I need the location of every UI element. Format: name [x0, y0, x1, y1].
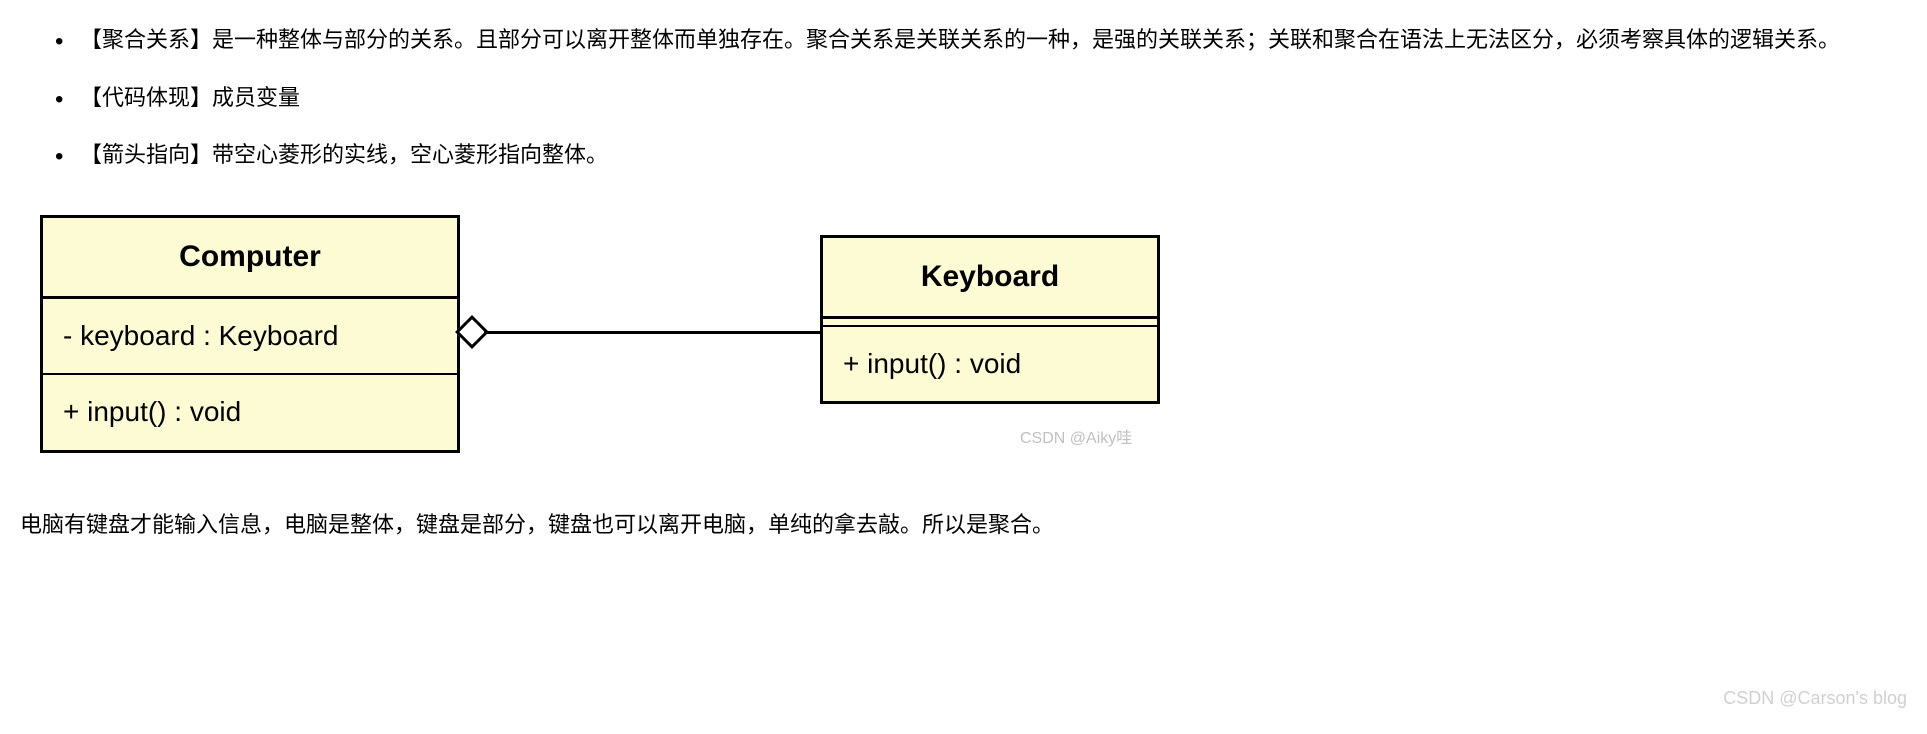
uml-attribute: - keyboard : Keyboard — [43, 299, 457, 375]
uml-method: + input() : void — [43, 375, 457, 449]
uml-class-name: Keyboard — [823, 238, 1157, 319]
uml-method: + input() : void — [823, 327, 1157, 401]
bullet-item-code: 【代码体现】成员变量 — [60, 78, 1907, 118]
uml-class-computer: Computer - keyboard : Keyboard + input()… — [40, 215, 460, 453]
bullet-item-arrow: 【箭头指向】带空心菱形的实线，空心菱形指向整体。 — [60, 135, 1907, 175]
uml-diagram: Computer - keyboard : Keyboard + input()… — [40, 215, 1907, 445]
aggregation-line — [484, 331, 820, 334]
bullet-item-aggregation: 【聚合关系】是一种整体与部分的关系。且部分可以离开整体而单独存在。聚合关系是关联… — [60, 20, 1907, 60]
uml-empty-attributes — [823, 319, 1157, 327]
bullet-text: 【代码体现】成员变量 — [80, 85, 300, 110]
bullet-text: 【聚合关系】是一种整体与部分的关系。且部分可以离开整体而单独存在。聚合关系是关联… — [80, 27, 1840, 52]
uml-class-name: Computer — [43, 218, 457, 299]
page-watermark: CSDN @Carson's blog — [1723, 682, 1907, 714]
explanation-text: 电脑有键盘才能输入信息，电脑是整体，键盘是部分，键盘也可以离开电脑，单纯的拿去敲… — [20, 505, 1907, 545]
diagram-watermark: CSDN @Aiky哇 — [1020, 425, 1132, 454]
bullet-list: 【聚合关系】是一种整体与部分的关系。且部分可以离开整体而单独存在。聚合关系是关联… — [20, 20, 1907, 175]
bullet-text: 【箭头指向】带空心菱形的实线，空心菱形指向整体。 — [80, 142, 608, 167]
uml-class-keyboard: Keyboard + input() : void — [820, 235, 1160, 404]
